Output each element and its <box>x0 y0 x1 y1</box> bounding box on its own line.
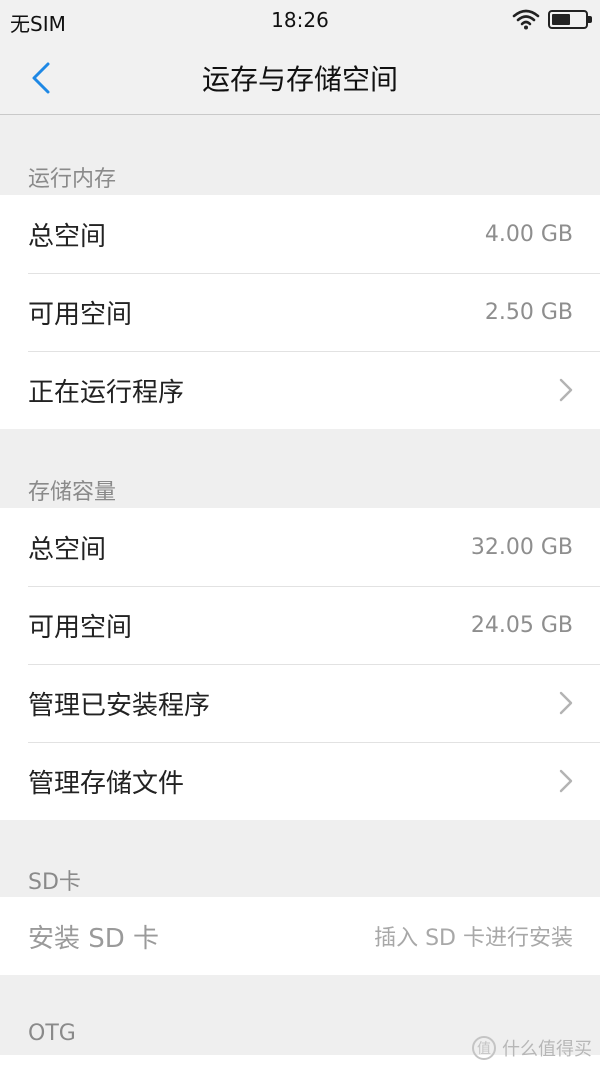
watermark: 值 什么值得买 <box>472 1035 592 1061</box>
section-header-storage: 存储容量 <box>28 480 117 505</box>
watermark-text: 什么值得买 <box>502 1039 592 1060</box>
watermark-logo: 值 <box>472 1036 496 1060</box>
ram-total-label: 总空间 <box>28 221 107 252</box>
ram-available-label: 可用空间 <box>28 299 133 330</box>
clock: 18:26 <box>271 8 329 32</box>
sd-group: 安装 SD 卡 插入 SD 卡进行安装 <box>0 897 600 975</box>
install-sd-label: 安装 SD 卡 <box>28 923 160 954</box>
manage-storage-files-label: 管理存储文件 <box>28 768 185 799</box>
storage-available-value: 24.05 GB <box>470 612 573 638</box>
section-header-ram: 运行内存 <box>28 167 117 192</box>
nav-bar: 运存与存储空间 <box>0 38 600 115</box>
running-apps-label: 正在运行程序 <box>28 377 185 408</box>
ram-available-value: 2.50 GB <box>484 299 573 325</box>
storage-total-label: 总空间 <box>28 534 107 565</box>
ram-group: 总空间 4.00 GB 可用空间 2.50 GB 正在运行程序 <box>0 195 600 429</box>
running-apps-row[interactable]: 正在运行程序 <box>0 351 600 429</box>
manage-installed-apps-row[interactable]: 管理已安装程序 <box>0 664 600 742</box>
storage-total-row: 总空间 32.00 GB <box>0 508 600 586</box>
battery-icon <box>548 9 592 29</box>
page-title: 运存与存储空间 <box>201 63 398 96</box>
install-sd-row[interactable]: 安装 SD 卡 插入 SD 卡进行安装 <box>0 897 600 975</box>
chevron-right-icon <box>559 691 573 715</box>
ram-total-value: 4.00 GB <box>484 221 573 247</box>
status-bar: 无SIM 18:26 <box>0 0 600 38</box>
install-sd-hint: 插入 SD 卡进行安装 <box>374 926 573 951</box>
status-icons <box>512 8 592 30</box>
section-header-sd: SD卡 <box>28 870 81 895</box>
storage-available-row: 可用空间 24.05 GB <box>0 586 600 664</box>
chevron-right-icon <box>559 769 573 793</box>
manage-storage-files-row[interactable]: 管理存储文件 <box>0 742 600 820</box>
storage-total-value: 32.00 GB <box>470 534 573 560</box>
manage-installed-apps-label: 管理已安装程序 <box>28 690 211 721</box>
wifi-icon <box>512 9 540 30</box>
ram-available-row: 可用空间 2.50 GB <box>0 273 600 351</box>
storage-available-label: 可用空间 <box>28 612 133 643</box>
section-header-otg: OTG <box>28 1021 76 1046</box>
chevron-right-icon <box>559 378 573 402</box>
ram-total-row: 总空间 4.00 GB <box>0 195 600 273</box>
battery-level-fill <box>552 13 570 25</box>
storage-group: 总空间 32.00 GB 可用空间 24.05 GB 管理已安装程序 管理存储文… <box>0 508 600 820</box>
